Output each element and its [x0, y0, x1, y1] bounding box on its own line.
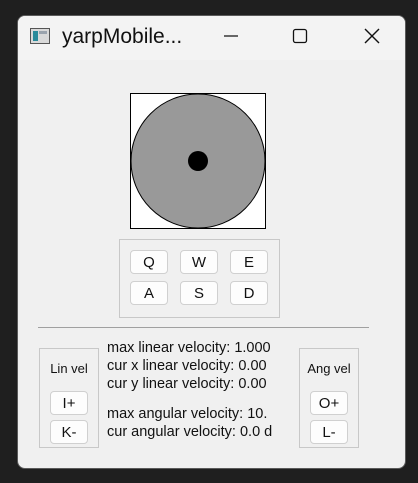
key-w-button[interactable]: W: [180, 250, 218, 274]
decrease-angular-button[interactable]: L-: [310, 420, 348, 444]
key-s-button[interactable]: S: [180, 281, 218, 305]
increase-linear-button[interactable]: I+: [50, 391, 88, 415]
app-icon: [30, 28, 50, 44]
title-bar[interactable]: yarpMobile...: [18, 16, 405, 60]
cur-angular-velocity: cur angular velocity: 0.0 d: [107, 424, 273, 440]
window-title: yarpMobile...: [62, 25, 183, 48]
minimize-button[interactable]: [208, 16, 254, 56]
max-angular-velocity: max angular velocity: 10.: [107, 406, 268, 422]
minimize-icon: [224, 35, 238, 37]
maximize-button[interactable]: [277, 16, 323, 56]
app-window: yarpMobile... Q W E A S D Lin vel I+ K- …: [17, 15, 406, 469]
decrease-linear-button[interactable]: K-: [50, 420, 88, 444]
joystick-knob[interactable]: [188, 151, 208, 171]
keys-panel: Q W E A S D: [119, 239, 280, 318]
increase-angular-button[interactable]: O+: [310, 391, 348, 415]
linear-velocity-group: Lin vel I+ K-: [39, 348, 99, 448]
linear-velocity-title: Lin vel: [50, 361, 88, 376]
angular-velocity-group: Ang vel O+ L-: [299, 348, 359, 448]
key-e-button[interactable]: E: [230, 250, 268, 274]
cur-x-linear-velocity: cur x linear velocity: 0.00: [107, 358, 267, 374]
key-d-button[interactable]: D: [230, 281, 268, 305]
velocity-readouts: max linear velocity: 1.000 cur x linear …: [107, 339, 290, 449]
close-icon: [364, 28, 380, 44]
angular-velocity-title: Ang vel: [307, 361, 351, 376]
maximize-icon: [292, 28, 308, 44]
cur-y-linear-velocity: cur y linear velocity: 0.00: [107, 376, 267, 392]
close-button[interactable]: [349, 16, 395, 56]
separator: [38, 327, 369, 328]
key-q-button[interactable]: Q: [130, 250, 168, 274]
joystick-pad[interactable]: [130, 93, 266, 229]
key-a-button[interactable]: A: [130, 281, 168, 305]
max-linear-velocity: max linear velocity: 1.000: [107, 340, 271, 356]
